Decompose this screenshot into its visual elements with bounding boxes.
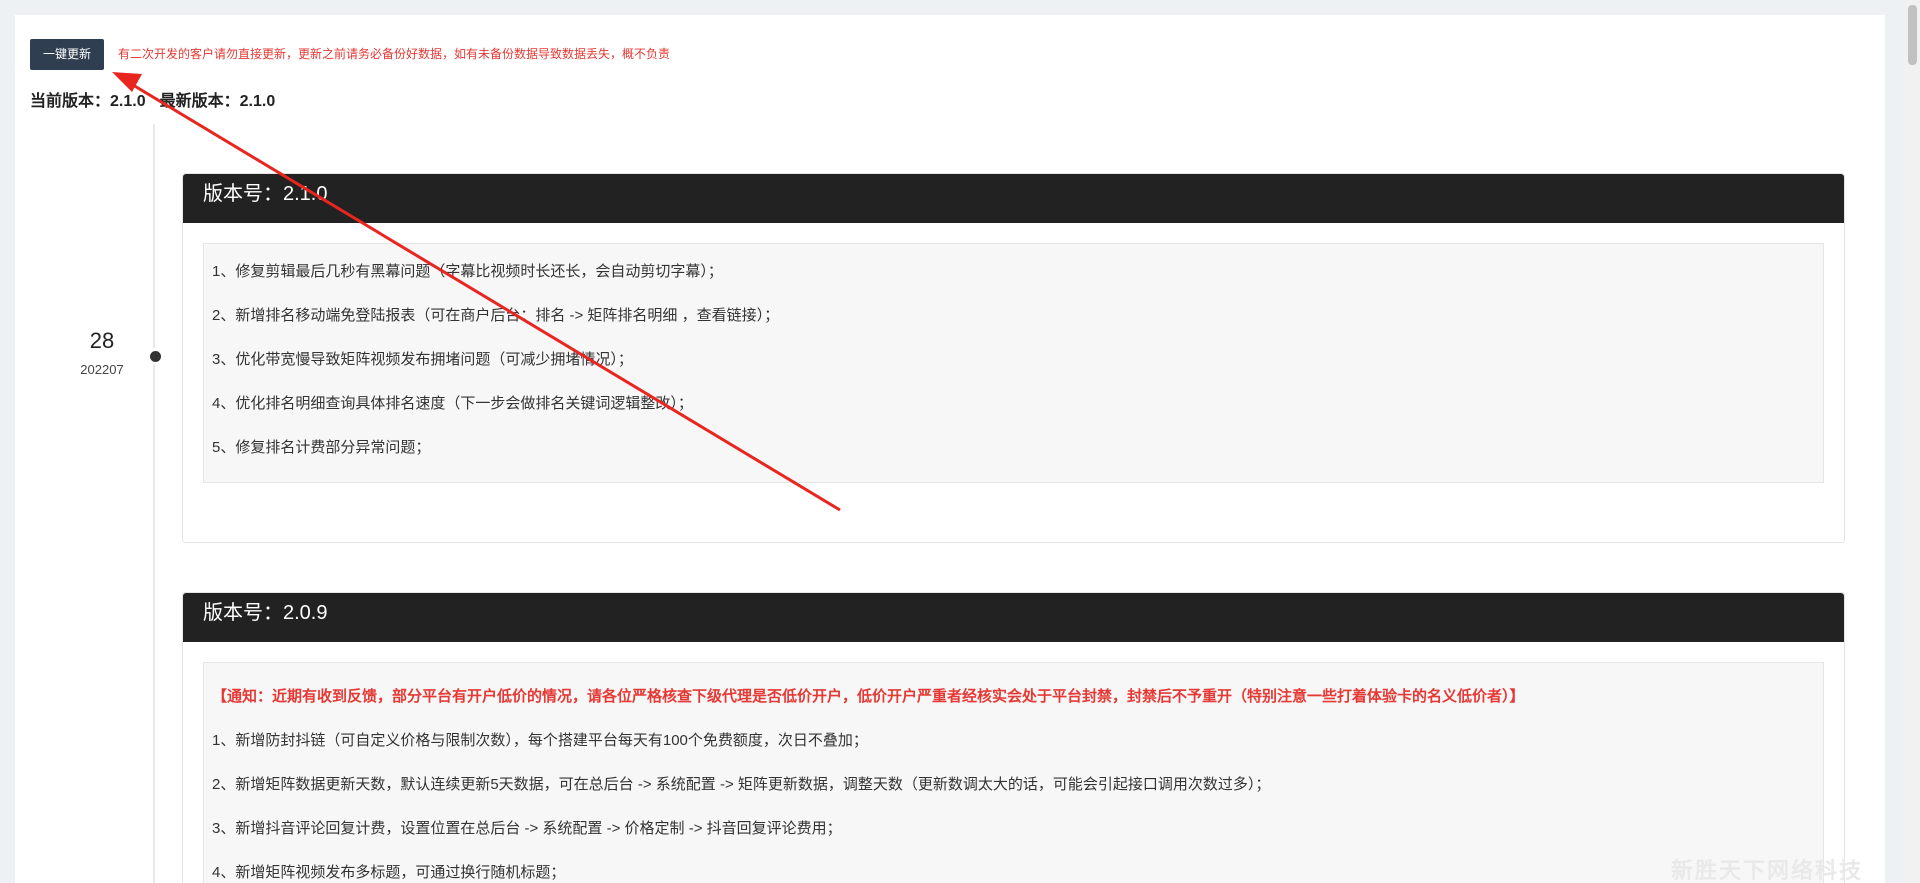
version-info: 当前版本：2.1.0 最新版本：2.1.0: [30, 92, 275, 112]
scrollbar-thumb[interactable]: [1908, 5, 1917, 65]
release-note-item: 5、修复排名计费部分异常问题；: [212, 439, 431, 456]
watermark-text: 新胜天下网络科技: [1670, 858, 1863, 883]
update-page: 一键更新 有二次开发的客户请勿直接更新，更新之前请务必备份好数据，如有未备份数据…: [15, 15, 1885, 883]
latest-version-value: 2.1.0: [239, 93, 276, 110]
release-note-item: 4、新增矩阵视频发布多标题，可通过换行随机标题；: [212, 864, 566, 881]
release-note-item: 3、优化带宽慢导致矩阵视频发布拥堵问题（可减少拥堵情况）；: [212, 351, 633, 368]
one-click-update-button[interactable]: 一键更新: [30, 39, 104, 70]
release-note-item: 3、新增抖音评论回复计费，设置位置在总后台 -> 系统配置 -> 价格定制 ->…: [212, 820, 842, 837]
current-version-label: 当前版本：: [30, 93, 111, 110]
release-notes: 1、修复剪辑最后几秒有黑幕问题（字幕比视频时长还长，会自动剪切字幕）； 2、新增…: [203, 243, 1824, 483]
release-card-2-0-9: 版本号：2.0.9 【通知：近期有收到反馈，部分平台有开户低价的情况，请各位严格…: [182, 592, 1845, 883]
timeline-date-month: 202207: [80, 362, 124, 377]
release-card-2-1-0: 版本号：2.1.0 1、修复剪辑最后几秒有黑幕问题（字幕比视频时长还长，会自动剪…: [182, 173, 1845, 543]
release-notes: 【通知：近期有收到反馈，部分平台有开户低价的情况，请各位严格核查下级代理是否低价…: [203, 662, 1824, 883]
release-note-item: 2、新增矩阵数据更新天数，默认连续更新5天数据，可在总后台 -> 系统配置 ->…: [212, 776, 1271, 793]
release-title: 版本号：2.0.9: [183, 593, 1844, 642]
release-title: 版本号：2.1.0: [183, 174, 1844, 223]
release-note-item: 1、修复剪辑最后几秒有黑幕问题（字幕比视频时长还长，会自动剪切字幕）；: [212, 263, 723, 280]
update-warning-text: 有二次开发的客户请勿直接更新，更新之前请务必备份好数据，如有未备份数据导致数据丢…: [118, 47, 671, 61]
release-note-item: 4、优化排名明细查询具体排名速度（下一步会做排名关键词逻辑整改）；: [212, 395, 693, 412]
release-note-item: 1、新增防封抖链（可自定义价格与限制次数），每个搭建平台每天有100个免费额度，…: [212, 732, 868, 749]
current-version-value: 2.1.0: [110, 93, 146, 110]
page-scrollbar[interactable]: [1905, 0, 1920, 883]
timeline-line: [153, 124, 155, 883]
release-note-item: 2、新增排名移动端免登陆报表（可在商户后台：排名 -> 矩阵排名明细 ，查看链接…: [212, 307, 780, 324]
release-notice: 【通知：近期有收到反馈，部分平台有开户低价的情况，请各位严格核查下级代理是否低价…: [212, 688, 1525, 705]
timeline-dot: [147, 348, 164, 365]
latest-version-label: 最新版本：: [159, 93, 240, 110]
timeline-date-day: 28: [89, 328, 115, 353]
